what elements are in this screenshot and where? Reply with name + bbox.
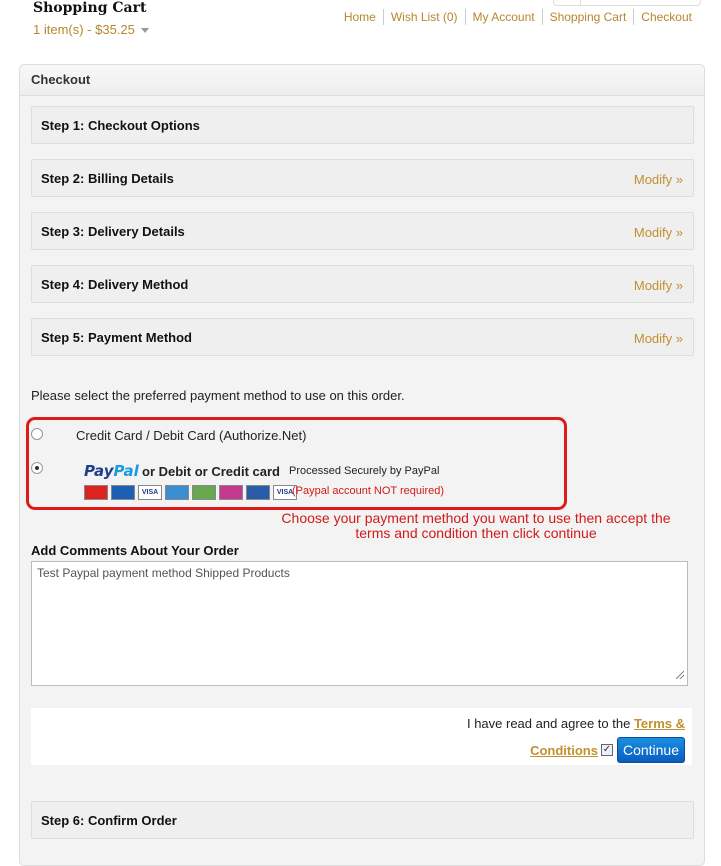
step-payment-method[interactable]: Step 5: Payment Method Modify » xyxy=(31,318,694,356)
amex-icon xyxy=(165,485,189,500)
caret-down-icon xyxy=(140,28,149,34)
nav-link-shopping-cart[interactable]: Shopping Cart xyxy=(541,9,634,25)
modify-link[interactable]: Modify » xyxy=(634,278,683,293)
discover-icon xyxy=(192,485,216,500)
agree-text-line: I have read and agree to the Terms & xyxy=(467,716,685,731)
nav-link-wish-list[interactable]: Wish List (0) xyxy=(382,9,465,25)
step-checkout-options[interactable]: Step 1: Checkout Options xyxy=(31,106,694,144)
paypal-logo-pay: Pay xyxy=(84,462,114,480)
agree-action-line: Conditions ✓ Continue xyxy=(530,737,685,763)
maestro-icon xyxy=(111,485,135,500)
checkout-title: Checkout xyxy=(31,72,91,87)
continue-button[interactable]: Continue xyxy=(616,737,685,763)
resize-handle-icon[interactable] xyxy=(676,671,684,679)
terms-agreement-box: I have read and agree to the Terms & Con… xyxy=(31,708,692,765)
modify-link[interactable]: Modify » xyxy=(634,225,683,240)
agree-text: I have read and agree to the xyxy=(466,716,634,731)
divider xyxy=(580,0,581,5)
modify-link[interactable]: Modify » xyxy=(634,172,683,187)
modify-link[interactable]: Modify » xyxy=(634,331,683,346)
checkout-panel: Checkout Step 1: Checkout Options Step 2… xyxy=(19,64,705,866)
conditions-link[interactable]: Conditions xyxy=(530,743,598,758)
terms-link[interactable]: Terms & xyxy=(634,716,685,731)
step-confirm-order[interactable]: Step 6: Confirm Order xyxy=(31,801,694,839)
switch-icon xyxy=(246,485,270,500)
step-label: Step 5: Payment Method xyxy=(41,330,192,345)
nav-link-my-account[interactable]: My Account xyxy=(464,9,542,25)
radio-paypal[interactable] xyxy=(31,462,43,474)
paypal-processed-text: Processed Securely by PayPal xyxy=(289,465,440,477)
step-label: Step 6: Confirm Order xyxy=(41,813,177,828)
nav-link-home[interactable]: Home xyxy=(337,9,383,25)
nav-link-checkout[interactable]: Checkout xyxy=(633,9,699,25)
mastercard-icon xyxy=(84,485,108,500)
comments-textarea[interactable]: Test Paypal payment method Shipped Produ… xyxy=(31,561,688,686)
step-label: Step 3: Delivery Details xyxy=(41,224,185,239)
visa-icon: VISA xyxy=(138,485,162,500)
step-label: Step 1: Checkout Options xyxy=(41,118,200,133)
comments-label: Add Comments About Your Order xyxy=(31,543,239,558)
option-credit-card-label: Credit Card / Debit Card (Authorize.Net) xyxy=(76,428,307,443)
payment-intro-text: Please select the preferred payment meth… xyxy=(31,388,405,403)
top-select-box[interactable] xyxy=(553,0,701,6)
solo-icon xyxy=(219,485,243,500)
radio-credit-card[interactable] xyxy=(31,428,43,440)
cart-summary-text: 1 item(s) - $35.25 xyxy=(33,22,135,37)
step-delivery-details[interactable]: Step 3: Delivery Details Modify » xyxy=(31,212,694,250)
paypal-logo-pal: Pal xyxy=(113,462,139,480)
checkout-panel-header: Checkout xyxy=(20,65,704,96)
step-delivery-method[interactable]: Step 4: Delivery Method Modify » xyxy=(31,265,694,303)
card-logos: VISA VISA xyxy=(84,485,297,500)
top-navigation: Home Wish List (0) My Account Shopping C… xyxy=(337,9,699,25)
payment-instruction: Choose your payment method you want to u… xyxy=(281,510,671,541)
step-billing-details[interactable]: Step 2: Billing Details Modify » xyxy=(31,159,694,197)
shopping-cart-title: Shopping Cart xyxy=(33,0,147,16)
step-label: Step 4: Delivery Method xyxy=(41,277,189,292)
step-label: Step 2: Billing Details xyxy=(41,171,174,186)
agree-checkbox[interactable]: ✓ xyxy=(600,744,613,756)
paypal-account-note: (Paypal account NOT required) xyxy=(292,485,445,497)
cart-summary-dropdown[interactable]: 1 item(s) - $35.25 xyxy=(33,22,149,37)
paypal-or-debit-text: or Debit or Credit card xyxy=(142,464,280,479)
paypal-logo: PayPal xyxy=(84,462,139,480)
